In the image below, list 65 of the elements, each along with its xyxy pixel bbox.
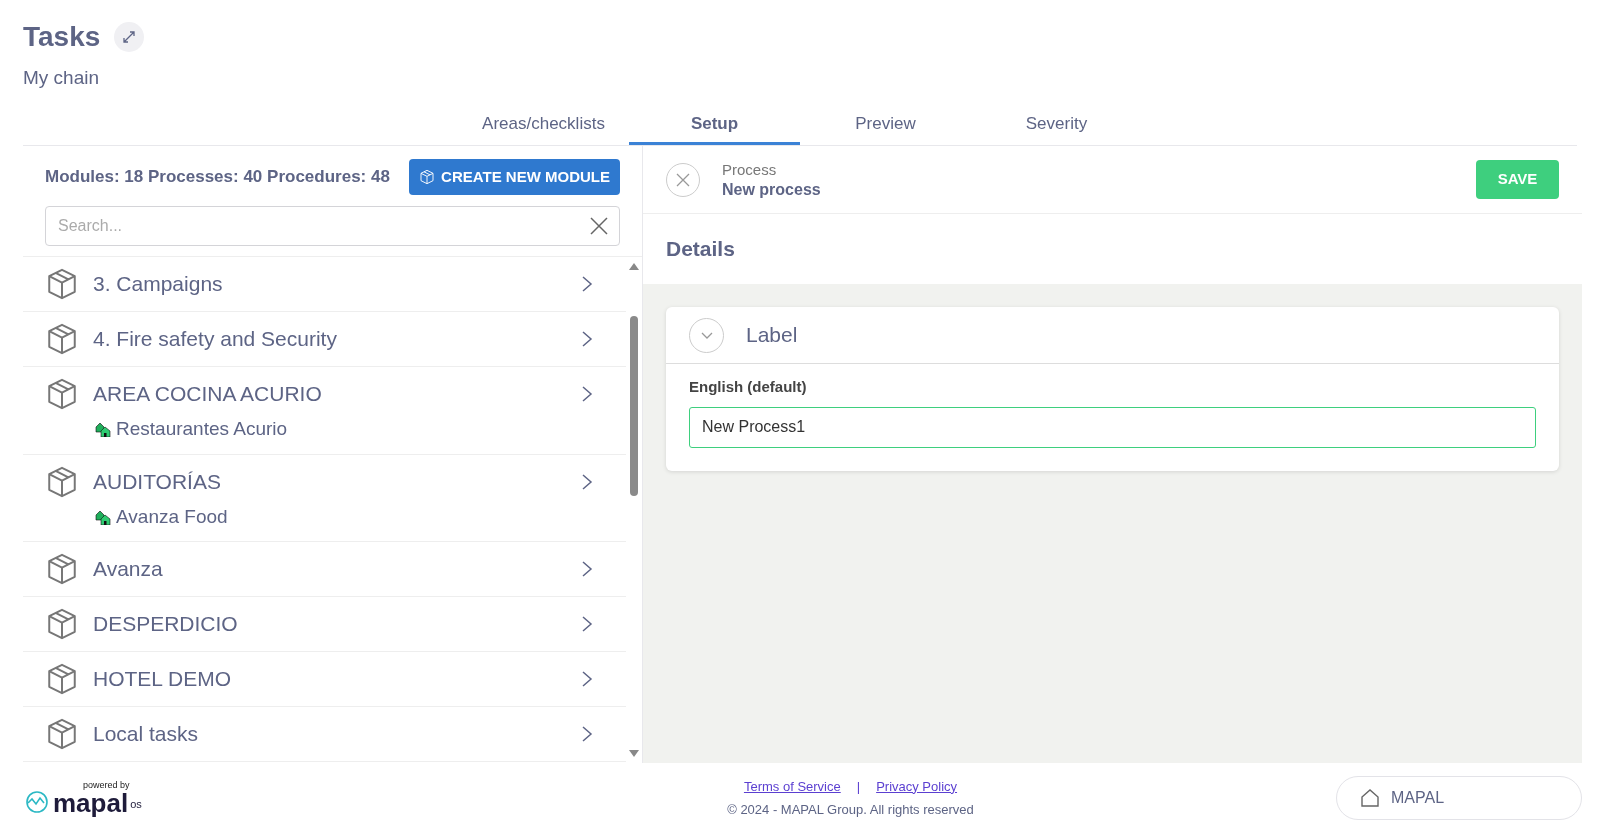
field-label: English (default) [689, 377, 808, 397]
label-input[interactable]: New Process1 [689, 406, 1536, 448]
buildings-icon [95, 508, 111, 525]
card-title: Label [746, 322, 798, 349]
chevron-right-icon [580, 615, 594, 633]
footer-link[interactable]: Privacy Policy [876, 776, 958, 796]
copyright-text: © 2024 - MAPAL Group. All rights reserved [727, 801, 974, 819]
expand-icon [122, 30, 137, 44]
module-item[interactable]: AUDITORÍAS Avanza Food [23, 454, 626, 542]
buildings-icon [95, 421, 111, 438]
module-name: 3. Campaigns [93, 271, 224, 298]
module-name: AUDITORÍAS [93, 468, 222, 495]
process-name: New process [722, 179, 822, 200]
tab[interactable]: Preview [800, 105, 971, 145]
expand-button[interactable] [114, 22, 145, 52]
module-item[interactable]: DESPERDICIO [23, 597, 626, 652]
box-icon [45, 662, 79, 696]
module-name: Avanza [93, 556, 164, 583]
powered-by-text: powered by [83, 780, 131, 790]
module-item[interactable]: 4. Fire safety and Security [23, 312, 626, 367]
location-name: Avanza Food [116, 504, 228, 529]
module-name: 4. Fire safety and Security [93, 326, 338, 353]
tab[interactable]: Areas/checklists [458, 105, 629, 145]
tab[interactable]: Severity [971, 105, 1142, 145]
search-field[interactable]: Search... [45, 206, 620, 246]
brand-suffix: os [130, 798, 142, 810]
link-separator: | [856, 777, 861, 796]
box-icon [45, 464, 79, 499]
house-icon [1359, 787, 1381, 809]
chevron-right-icon [580, 560, 594, 578]
chevron-right-icon [580, 385, 594, 403]
module-name: Local tasks [93, 721, 200, 748]
module-name: DESPERDICIO [93, 611, 239, 638]
box-icon [45, 322, 79, 356]
chevron-right-icon [580, 275, 594, 293]
box-icon [45, 717, 79, 751]
box-icon [45, 552, 79, 586]
module-item[interactable]: HOTEL DEMO [23, 652, 626, 707]
section-title: Details [665, 236, 736, 263]
footer-link[interactable]: Terms of Service [743, 776, 841, 796]
module-item[interactable]: 3. Campaigns [23, 257, 626, 312]
location-name: Restaurantes Acurio [116, 417, 288, 441]
create-module-button[interactable]: CREATE NEW MODULE [409, 159, 620, 195]
module-name: HOTEL DEMO [93, 666, 233, 693]
chevron-right-icon [580, 670, 594, 688]
clear-icon[interactable] [590, 217, 608, 235]
box-icon [45, 267, 79, 301]
box-icon [45, 377, 79, 411]
process-label: Process [722, 159, 778, 180]
module-item[interactable]: Local tasks [23, 707, 626, 762]
module-item[interactable]: AREA COCINA ACURIO Restaurantes Acurio [23, 367, 626, 455]
close-icon [676, 172, 690, 187]
chevron-right-icon [580, 725, 594, 743]
module-summary: Modules: 18 Processes: 40 Procedures: 48 [45, 166, 390, 189]
chevron-right-icon [580, 472, 594, 491]
brand-logo: mapal [53, 789, 129, 816]
page-subtitle: My chain [23, 66, 101, 90]
module-item[interactable]: Avanza [23, 542, 626, 597]
box-icon [45, 607, 79, 641]
wave-logo-icon [25, 789, 49, 814]
page-title: Tasks [23, 20, 101, 54]
module-name: AREA COCINA ACURIO [93, 381, 323, 408]
chevron-right-icon [580, 330, 594, 348]
tab[interactable]: Setup [629, 105, 800, 145]
box-icon [419, 169, 436, 185]
